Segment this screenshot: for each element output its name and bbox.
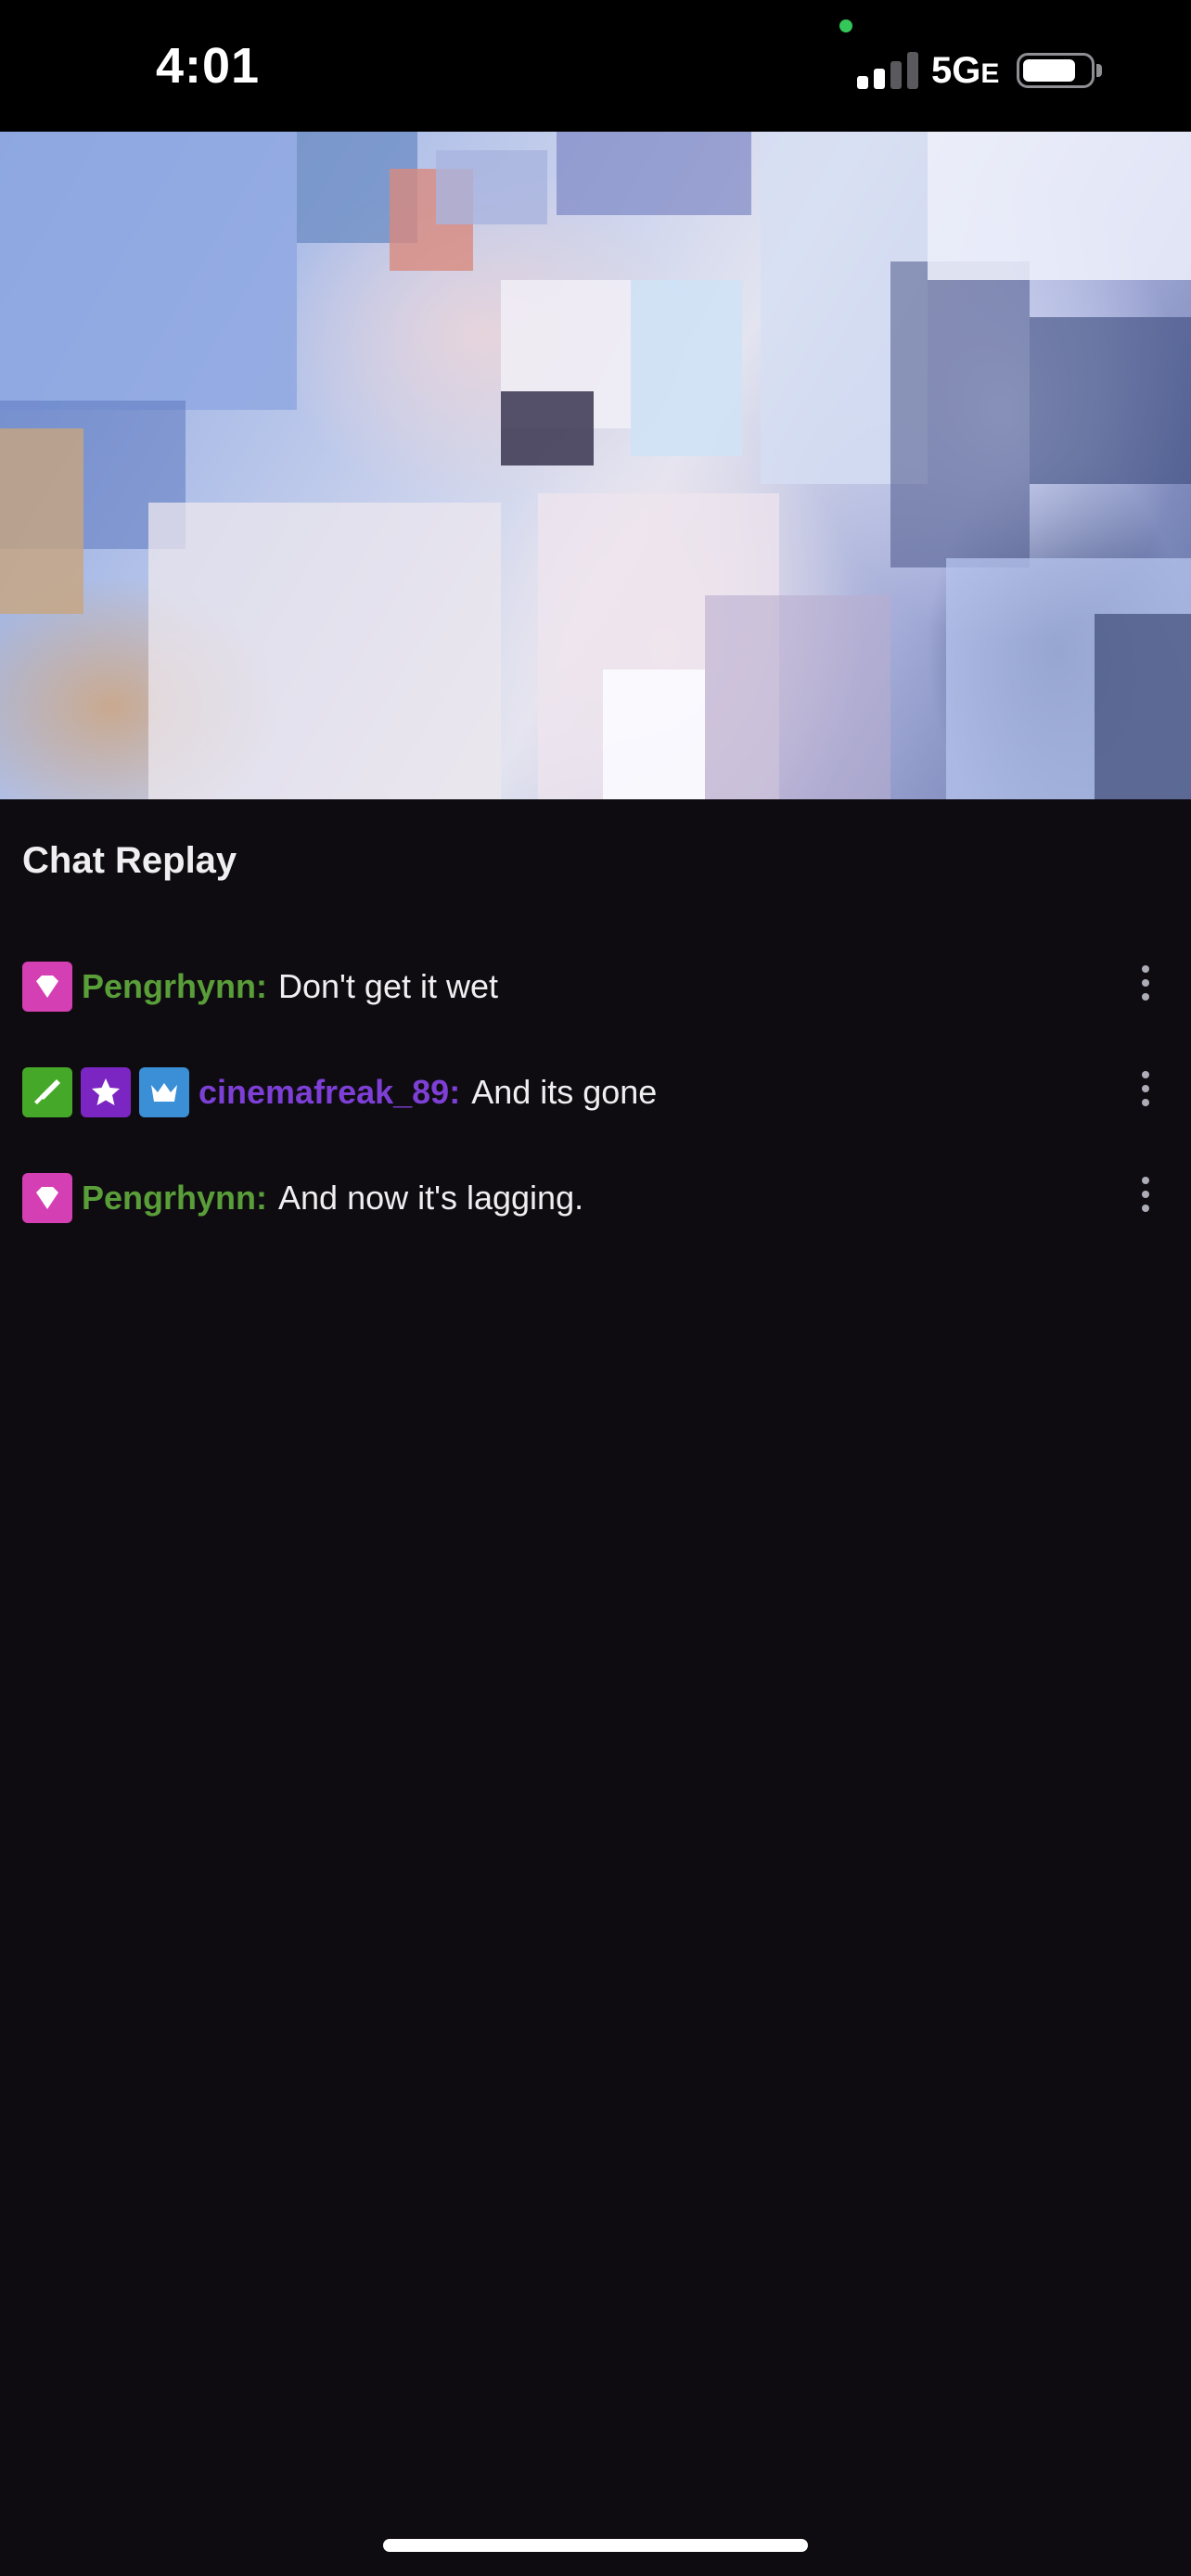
chat-replay-title: Chat Replay (22, 840, 237, 881)
chat-username[interactable]: Pengrhynn: (82, 967, 267, 1006)
video-player[interactable] (0, 132, 1191, 799)
chat-message-text: Don't get it wet (278, 967, 499, 1005)
chat-username[interactable]: cinemafreak_89: (198, 1073, 460, 1112)
cellular-signal-icon (857, 52, 922, 89)
more-options-icon[interactable] (1132, 1167, 1159, 1222)
chat-username[interactable]: Pengrhynn: (82, 1179, 267, 1218)
battery-icon (1017, 53, 1095, 88)
more-options-icon[interactable] (1132, 955, 1159, 1011)
chat-message-text: And now it's lagging. (278, 1179, 584, 1217)
home-indicator[interactable] (383, 2539, 808, 2552)
more-options-icon[interactable] (1132, 1061, 1159, 1116)
gem-badge-icon[interactable] (22, 962, 72, 1012)
status-time: 4:01 (156, 38, 261, 94)
status-bar: 4:01 5GE (0, 0, 1191, 132)
chat-message-list: Pengrhynn: Don't get it wet cinemafreak_… (0, 955, 1191, 1272)
battery-cap (1096, 64, 1102, 77)
battery-level (1023, 59, 1075, 82)
chat-message[interactable]: Pengrhynn: And now it's lagging. (0, 1167, 1191, 1272)
sword-badge-icon[interactable] (22, 1067, 72, 1117)
camera-in-use-indicator (839, 19, 852, 32)
crown-badge-icon[interactable] (139, 1067, 189, 1117)
chat-message[interactable]: cinemafreak_89: And its gone (0, 1061, 1191, 1167)
network-type: 5GE (931, 50, 1000, 91)
chat-message[interactable]: Pengrhynn: Don't get it wet (0, 955, 1191, 1061)
star-badge-icon[interactable] (81, 1067, 131, 1117)
chat-message-text: And its gone (471, 1073, 658, 1111)
gem-badge-icon[interactable] (22, 1173, 72, 1223)
